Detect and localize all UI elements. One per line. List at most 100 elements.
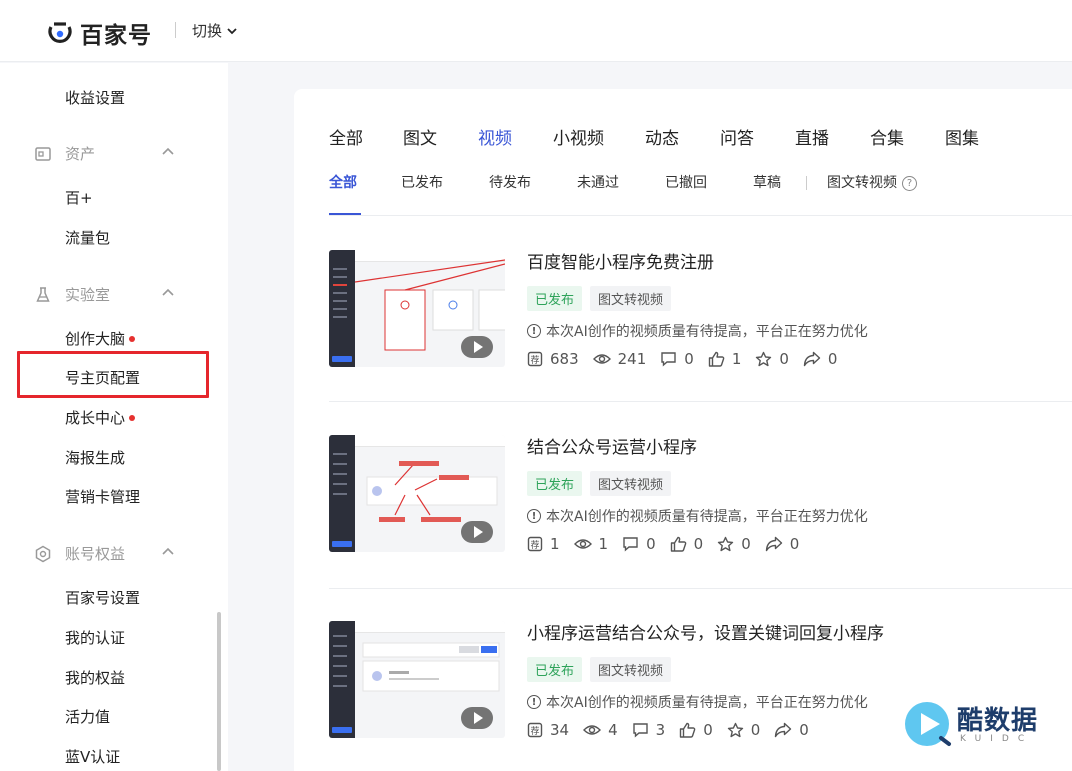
subtab-withdrawn[interactable]: 已撤回: [665, 172, 707, 192]
video-thumbnail[interactable]: [329, 435, 505, 552]
subtab-article-to-video[interactable]: 图文转视频?: [827, 172, 917, 192]
sidebar-item-bai-plus[interactable]: 百+: [65, 187, 93, 208]
eye-icon: [592, 354, 611, 364]
list-divider: [329, 588, 1072, 589]
stat-value: 241: [617, 350, 647, 368]
stat-shares: 0: [765, 535, 800, 553]
type-badge: 图文转视频: [590, 286, 672, 311]
play-icon[interactable]: [461, 336, 493, 358]
sidebar-item-marketing-card[interactable]: 营销卡管理: [65, 486, 140, 507]
thumb-sidebar: [329, 621, 355, 738]
subtab-rejected[interactable]: 未通过: [577, 172, 619, 192]
recommend-icon: 荐: [527, 722, 543, 738]
chevron-down-icon: [227, 27, 237, 34]
subtab-draft[interactable]: 草稿: [753, 172, 781, 192]
subtab-pending[interactable]: 待发布: [489, 172, 531, 192]
subtab-all[interactable]: 全部: [329, 172, 357, 192]
sidebar-item-label: 成长中心: [65, 409, 126, 427]
video-thumbnail[interactable]: [329, 250, 505, 367]
svg-text:荐: 荐: [530, 726, 539, 737]
sidebar-item-label: 海报生成: [65, 449, 126, 467]
subtab-separator: [806, 176, 807, 190]
stat-value: 0: [741, 535, 751, 553]
sidebar-item-label: 百+: [65, 189, 93, 207]
switch-label: 切换: [192, 22, 223, 40]
switch-account-button[interactable]: 切换: [192, 20, 238, 41]
stat-shares: 0: [803, 350, 838, 368]
comment-icon: [632, 723, 648, 738]
tab-all[interactable]: 全部: [329, 124, 363, 149]
subtab-label: 图文转视频: [827, 175, 897, 191]
stat-value: 0: [827, 350, 838, 368]
sidebar-item-traffic-pack[interactable]: 流量包: [65, 227, 110, 248]
sidebar-item-poster-generator[interactable]: 海报生成: [65, 447, 125, 468]
sidebar-group-label: 实验室: [65, 286, 111, 304]
type-badge: 图文转视频: [590, 471, 672, 496]
video-title[interactable]: 百度智能小程序免费注册: [527, 248, 714, 273]
play-icon[interactable]: [461, 707, 493, 729]
sidebar-item-account-settings[interactable]: 百家号设置: [65, 587, 140, 608]
stat-value: 0: [789, 535, 800, 553]
sidebar-item-my-rights[interactable]: 我的权益: [65, 667, 125, 688]
sidebar-scrollbar[interactable]: [217, 612, 221, 771]
info-icon: !: [527, 509, 541, 523]
stat-favorites: 0: [717, 535, 751, 553]
sidebar-item-label: 流量包: [65, 229, 111, 247]
tab-collection[interactable]: 合集: [870, 124, 904, 149]
highlight-annotation-box: [17, 351, 209, 398]
subtab-published[interactable]: 已发布: [401, 172, 443, 192]
stat-views: 241: [592, 350, 647, 368]
stat-comments: 0: [622, 535, 656, 553]
tab-gallery[interactable]: 图集: [945, 124, 979, 149]
video-stats: 荐 683 241 0 1 0 0: [527, 350, 851, 368]
stat-views: 4: [583, 721, 618, 739]
play-icon[interactable]: [461, 521, 493, 543]
stat-views: 1: [573, 535, 609, 553]
thumb-sidebar: [329, 435, 355, 552]
sidebar-item-label: 收益设置: [65, 89, 126, 107]
sidebar-item-label: 蓝V认证: [65, 748, 121, 766]
star-icon: [756, 351, 772, 367]
tab-moments[interactable]: 动态: [645, 124, 679, 149]
quality-notice: ! 本次AI创作的视频质量有待提高，平台正在努力优化: [527, 506, 868, 526]
stat-value: 0: [799, 721, 809, 739]
sidebar-item-vitality[interactable]: 活力值: [65, 706, 110, 727]
stat-comments: 0: [660, 350, 694, 368]
notification-dot: [129, 414, 136, 421]
share-icon: [765, 536, 782, 552]
stat-value: 4: [608, 721, 618, 739]
watermark-subtext: KUIDC: [960, 734, 1034, 744]
sidebar-item-label: 我的认证: [65, 629, 126, 647]
tab-video[interactable]: 视频: [478, 124, 512, 149]
topbar-divider: [175, 22, 176, 38]
video-thumbnail[interactable]: [329, 621, 505, 738]
sidebar-group-account[interactable]: 账号权益: [34, 543, 174, 564]
sidebar-item-growth-center[interactable]: 成长中心: [65, 407, 136, 428]
thumbs-up-icon: [708, 351, 725, 367]
tab-live[interactable]: 直播: [795, 124, 829, 149]
tab-short-video[interactable]: 小视频: [553, 124, 604, 149]
svg-text:荐: 荐: [530, 355, 539, 366]
sidebar-item-my-certification[interactable]: 我的认证: [65, 627, 125, 648]
watermark-logo-icon: [905, 702, 951, 746]
sidebar-item-creative-brain[interactable]: 创作大脑: [65, 328, 136, 349]
video-stats: 荐1 1 0 0 0 0: [527, 535, 813, 553]
sidebar-group-assets[interactable]: 资产: [34, 143, 174, 164]
svg-text:荐: 荐: [530, 540, 539, 551]
comment-icon: [623, 537, 638, 552]
sidebar-item-income-settings[interactable]: 收益设置: [65, 87, 125, 108]
brand-logo[interactable]: 百家号: [48, 16, 152, 50]
sidebar-item-blue-v[interactable]: 蓝V认证: [65, 746, 120, 767]
watermark: 酷数据 KUIDC: [903, 698, 1053, 753]
stat-value: 1: [598, 535, 609, 553]
tab-qa[interactable]: 问答: [720, 124, 754, 149]
stat-recommend: 荐 683: [527, 350, 579, 368]
video-title[interactable]: 结合公众号运营小程序: [527, 433, 697, 458]
tab-article[interactable]: 图文: [403, 124, 437, 149]
stat-recommend: 荐 34: [527, 721, 569, 739]
chevron-up-icon: [162, 547, 174, 555]
help-icon[interactable]: ?: [902, 175, 917, 191]
sidebar-group-lab[interactable]: 实验室: [34, 284, 174, 305]
stat-favorites: 0: [727, 721, 760, 739]
video-title[interactable]: 小程序运营结合公众号，设置关键词回复小程序: [527, 619, 884, 644]
